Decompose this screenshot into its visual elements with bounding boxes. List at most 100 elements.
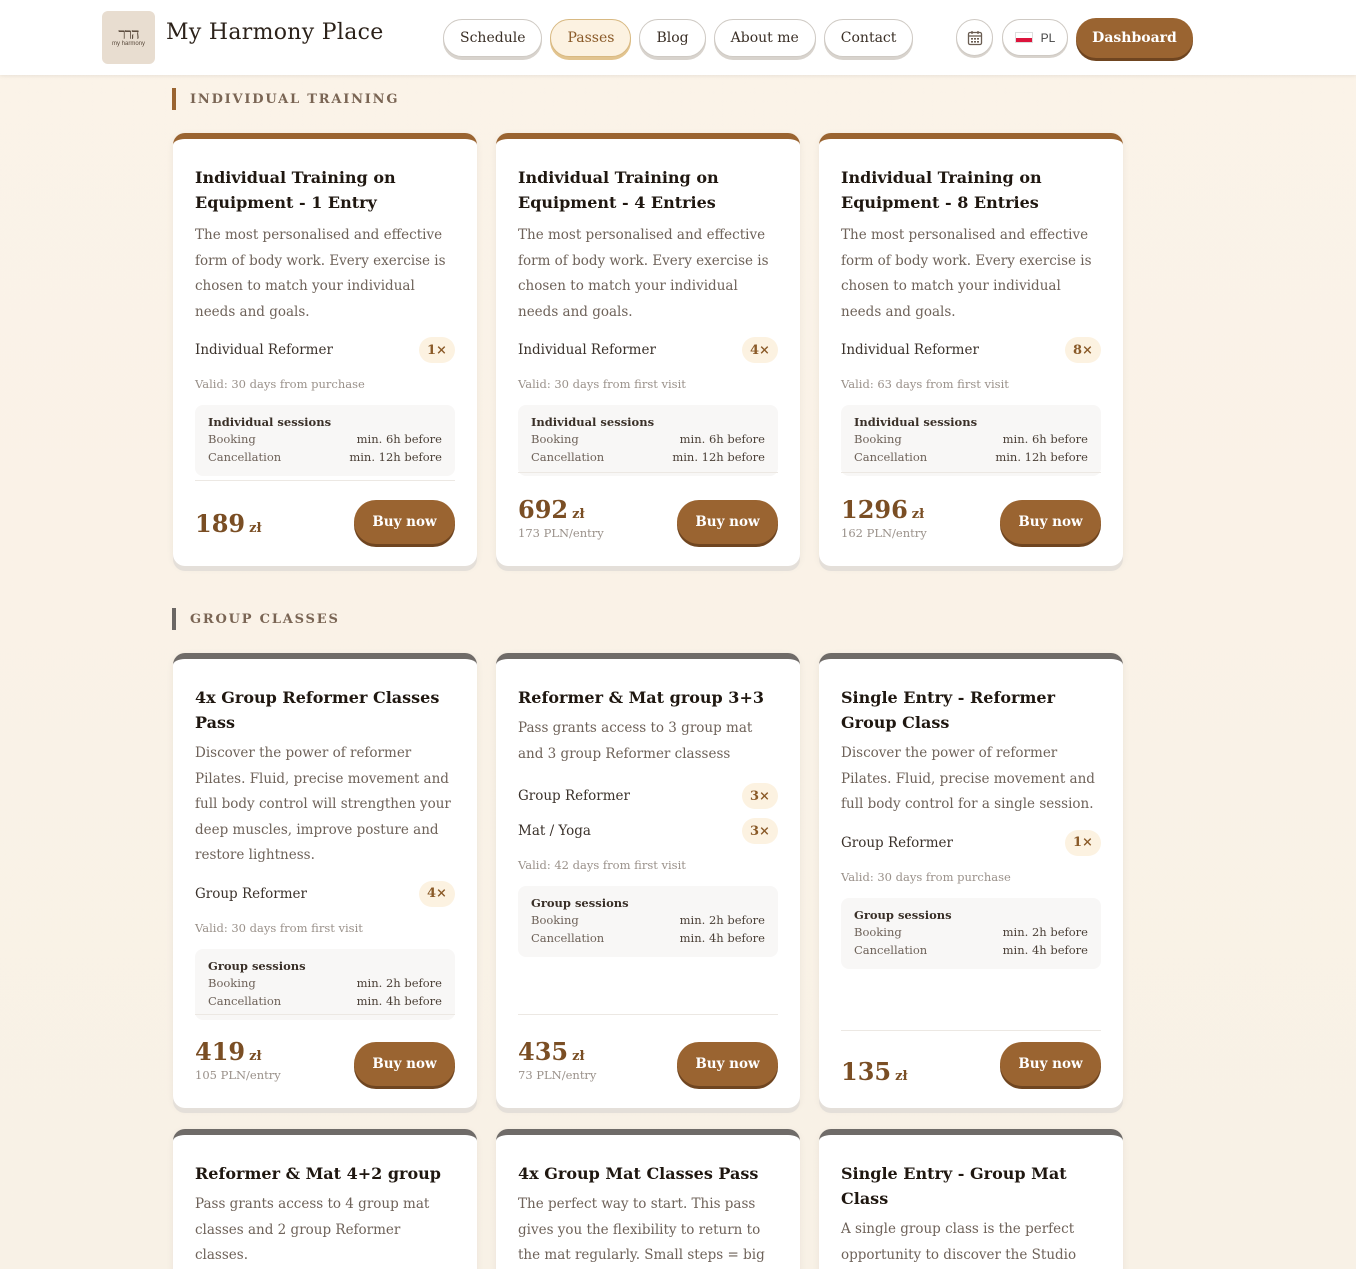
validity-text: Valid: 30 days from purchase [195, 377, 365, 391]
nav-blog[interactable]: Blog [639, 19, 706, 57]
rule-label: Booking [208, 975, 256, 990]
feature-count-badge: 3× [742, 818, 778, 844]
rules-title: Individual sessions [531, 415, 655, 429]
per-entry-price: 105 PLN/entry [195, 1068, 281, 1082]
cancellation-rule: Cancellation min. 4h before [208, 992, 442, 1010]
feature-row: Group Reformer 4× [195, 880, 455, 907]
language-switcher[interactable]: PL [1002, 19, 1068, 56]
price-block: 135 zł [841, 1057, 908, 1086]
per-entry-price: 173 PLN/entry [518, 526, 604, 540]
currency: zł [895, 1069, 908, 1084]
feature-row: Group Reformer 3× [518, 783, 778, 809]
cancellation-rule: Cancellation min. 4h before [531, 929, 765, 947]
currency: zł [249, 521, 262, 536]
price: 1296 zł [841, 495, 927, 524]
buy-now-button[interactable]: Buy now [1000, 500, 1101, 544]
price-value: 135 [841, 1057, 892, 1086]
buy-now-button[interactable]: Buy now [677, 500, 778, 544]
dashboard-button[interactable]: Dashboard [1076, 18, 1193, 58]
rule-label: Booking [208, 432, 256, 446]
pass-card: Individual Training on Equipment - 1 Ent… [173, 133, 477, 566]
currency: zł [572, 507, 585, 522]
pass-card: Reformer & Mat 4+2 group Pass grants acc… [173, 1129, 477, 1269]
rules-title: Individual sessions [854, 415, 978, 429]
rule-label: Cancellation [208, 993, 282, 1008]
booking-rules: Individual sessions Booking min. 6h befor… [841, 405, 1101, 476]
card-footer: 419 zł 105 PLN/entry Buy now [195, 1014, 455, 1108]
price-block: 1296 zł 162 PLN/entry [841, 495, 927, 540]
feature-row: Mat / Yoga 3× [518, 818, 778, 844]
card-description: The most personalised and effective form… [841, 227, 1092, 320]
calendar-icon [967, 30, 982, 45]
nav-about-me[interactable]: About me [713, 19, 816, 57]
feature-count-badge: 4× [742, 337, 778, 363]
logo[interactable]: הרר my harmony [102, 11, 155, 64]
price-block: 692 zł 173 PLN/entry [518, 495, 604, 540]
feature-row: Individual Reformer 1× [195, 337, 455, 363]
card-description: A single group class is the perfect oppo… [841, 1221, 1077, 1263]
buy-now-button[interactable]: Buy now [677, 1042, 778, 1086]
logo-text: my harmony [111, 41, 145, 47]
per-entry-price: 73 PLN/entry [518, 1068, 597, 1082]
rule-value: min. 4h before [356, 993, 442, 1008]
rule-value: min. 4h before [1002, 942, 1088, 957]
currency: zł [911, 507, 925, 522]
buy-now-button[interactable]: Buy now [1000, 1042, 1101, 1086]
card-title: Individual Training on Equipment - 8 Ent… [841, 168, 1042, 212]
rule-value: min. 2h before [1002, 924, 1088, 939]
booking-rules: Group sessions Booking min. 2h before Can… [841, 897, 1101, 969]
cancellation-rule: Cancellation min. 12h before [208, 448, 442, 466]
price-block: 435 zł 73 PLN/entry [518, 1037, 596, 1082]
card-description: The most personalised and effective form… [195, 227, 446, 320]
brand-name[interactable]: My Harmony Place [166, 20, 384, 45]
feature-row: Individual Reformer 8× [841, 337, 1101, 363]
card-footer: 692 zł 173 PLN/entry Buy now [518, 472, 778, 566]
feature-name: Group Reformer [195, 885, 307, 902]
price: 435 zł [518, 1037, 596, 1066]
feature-count-badge: 1× [419, 337, 455, 363]
card-title: Individual Training on Equipment - 1 Ent… [195, 168, 396, 212]
card-footer: 435 zł 73 PLN/entry Buy now [518, 1014, 778, 1108]
calendar-button[interactable] [956, 19, 993, 56]
pass-card: 4x Group Mat Classes Pass The perfect wa… [496, 1129, 800, 1269]
rule-value: min. 12h before [672, 450, 765, 464]
pass-card: 4x Group Reformer Classes Pass Discover … [173, 653, 477, 1108]
logo-glyph: הרר [118, 25, 139, 43]
nav-passes[interactable]: Passes [550, 19, 632, 57]
rule-label: Cancellation [854, 450, 928, 464]
validity-text: Valid: 30 days from first visit [518, 377, 686, 391]
card-description: The most personalised and effective form… [518, 227, 769, 320]
card-title: Individual Training on Equipment - 4 Ent… [518, 168, 719, 212]
price-value: 1296 [841, 495, 908, 524]
currency: zł [572, 1049, 585, 1064]
card-title: Reformer & Mat group 3+3 [518, 688, 764, 707]
rule-value: min. 12h before [995, 450, 1088, 464]
booking-rules: Individual sessions Booking min. 6h befor… [195, 405, 455, 476]
card-description: Discover the power of reformer Pilates. … [841, 745, 1095, 812]
price: 135 zł [841, 1057, 908, 1086]
card-description: Pass grants access to 3 group mat and 3 … [518, 720, 753, 762]
price: 419 zł [195, 1037, 281, 1066]
buy-now-button[interactable]: Buy now [354, 500, 455, 544]
booking-rules: Individual sessions Booking min. 6h befor… [518, 405, 778, 476]
booking-rules: Group sessions Booking min. 2h before Can… [518, 886, 778, 957]
language-label: PL [1040, 30, 1056, 45]
rule-value: min. 12h before [349, 450, 442, 464]
rules-title: Individual sessions [208, 415, 332, 429]
booking-rule: Booking min. 6h before [854, 430, 1088, 448]
price: 189 zł [195, 509, 262, 538]
rule-value: min. 6h before [1002, 432, 1088, 446]
rule-value: min. 4h before [679, 931, 765, 945]
booking-rule: Booking min. 6h before [208, 430, 442, 448]
feature-name: Individual Reformer [841, 342, 979, 358]
feature-count-badge: 3× [742, 783, 778, 809]
card-title: Single Entry - Reformer Group Class [841, 688, 1056, 732]
feature-count-badge: 1× [1065, 829, 1101, 856]
feature-row: Individual Reformer 4× [518, 337, 778, 363]
feature-name: Individual Reformer [518, 342, 656, 358]
nav-schedule[interactable]: Schedule [443, 19, 543, 57]
booking-rule: Booking min. 2h before [854, 923, 1088, 941]
buy-now-button[interactable]: Buy now [354, 1042, 455, 1086]
site-header: הרר my harmony My Harmony Place Schedule… [0, 0, 1356, 75]
nav-contact[interactable]: Contact [823, 19, 914, 57]
